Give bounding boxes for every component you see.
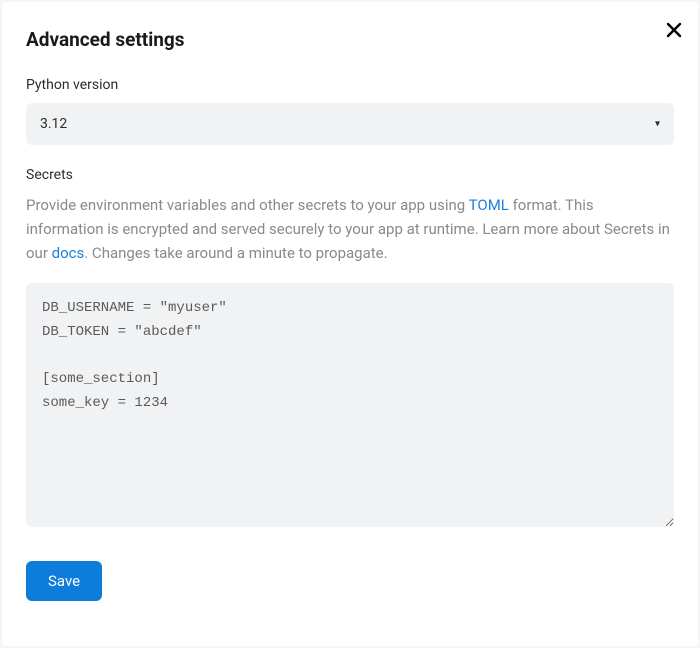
close-button[interactable] <box>666 22 682 38</box>
advanced-settings-modal: Advanced settings Python version 3.12 ▾ … <box>2 2 698 646</box>
python-version-select[interactable]: 3.12 <box>26 103 674 145</box>
toml-link[interactable]: TOML <box>469 196 509 214</box>
secrets-label: Secrets <box>26 167 674 183</box>
python-version-label: Python version <box>26 77 674 93</box>
help-span: Provide environment variables and other … <box>26 196 469 214</box>
close-icon <box>666 22 682 38</box>
secrets-help-text: Provide environment variables and other … <box>26 193 674 265</box>
modal-title: Advanced settings <box>26 28 674 51</box>
docs-link[interactable]: docs <box>52 244 85 262</box>
python-version-field: 3.12 ▾ <box>26 103 674 145</box>
secrets-textarea[interactable] <box>26 283 674 527</box>
save-button[interactable]: Save <box>26 561 102 601</box>
help-span: . Changes take around a minute to propag… <box>84 244 387 262</box>
